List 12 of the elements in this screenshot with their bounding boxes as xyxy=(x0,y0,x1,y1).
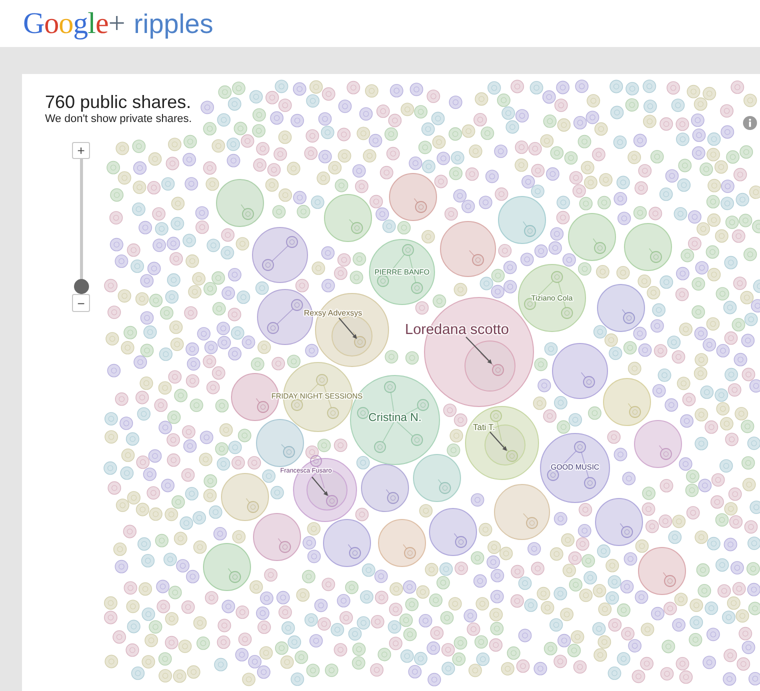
sharer-label: Cristina N. xyxy=(368,412,422,424)
zoom-out-button[interactable]: − xyxy=(72,294,90,312)
zoom-in-button[interactable]: + xyxy=(72,142,90,159)
info-icon[interactable] xyxy=(743,116,757,130)
sharer-label: Tati T. xyxy=(472,422,496,432)
share-count: 760 public shares. xyxy=(45,92,192,113)
logo-wordmark: Google+ xyxy=(23,6,125,40)
privacy-note: We don't show private shares. xyxy=(45,113,192,126)
slider-thumb[interactable] xyxy=(74,279,88,294)
page-title: ripples xyxy=(134,8,214,40)
sharer-label: Rexsy Advexsys xyxy=(304,308,362,318)
sharer-label: Loredana scotto xyxy=(405,322,509,338)
